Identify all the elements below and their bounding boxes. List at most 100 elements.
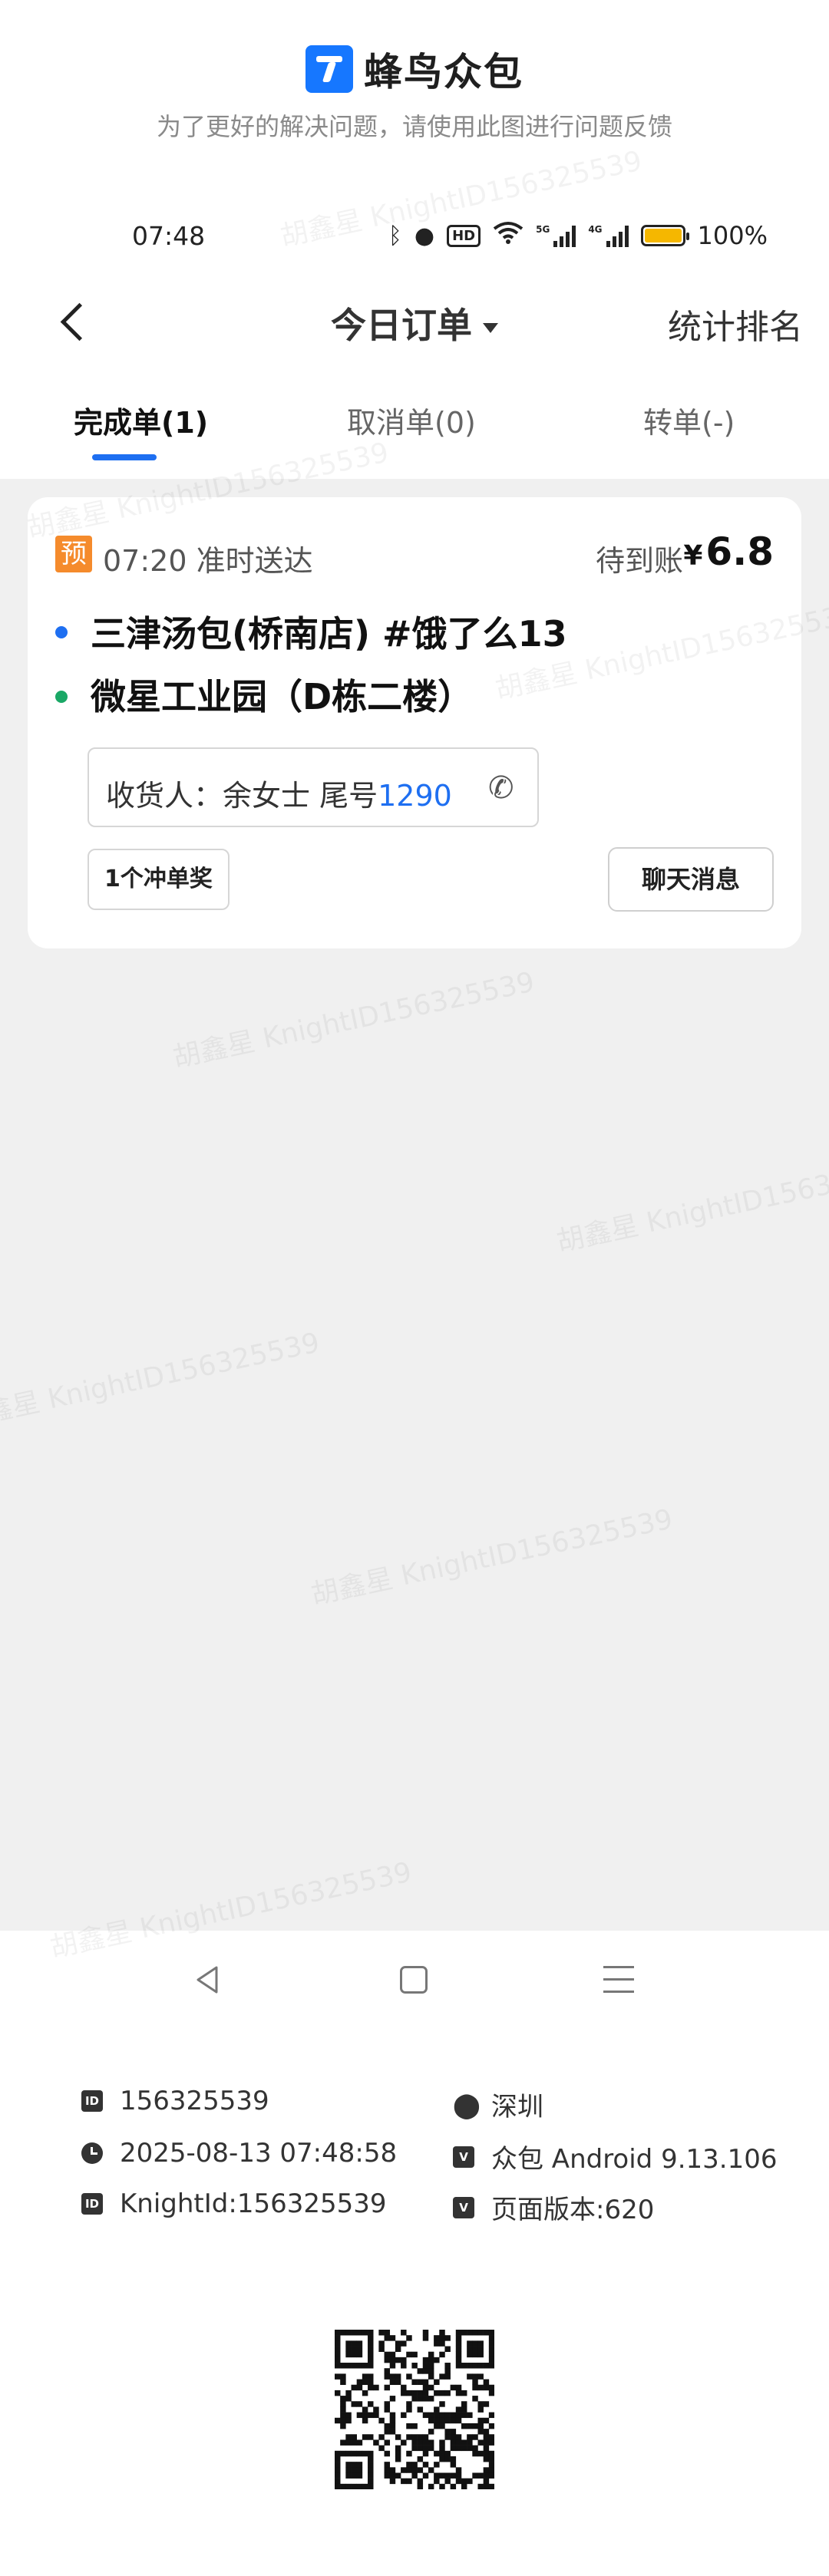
qr-module <box>428 2417 434 2424</box>
qr-module <box>389 2472 396 2479</box>
signal-4g-label: 4G <box>588 224 603 235</box>
qr-module <box>351 2467 357 2473</box>
qr-module <box>472 2445 478 2452</box>
qr-module <box>362 2412 368 2419</box>
qr-module <box>406 2478 412 2485</box>
qr-module <box>444 2346 451 2352</box>
qr-module <box>439 2439 445 2446</box>
qr-module <box>373 2412 379 2419</box>
qr-module <box>368 2401 374 2407</box>
info-id: 156325539 <box>120 2086 269 2116</box>
qr-module <box>428 2363 434 2369</box>
phone-call-icon[interactable]: ✆ <box>488 770 514 806</box>
qr-module <box>467 2363 473 2369</box>
qr-module <box>345 2330 352 2336</box>
qr-module <box>488 2456 494 2462</box>
qr-module <box>406 2401 412 2407</box>
qr-module <box>467 2373 473 2380</box>
qr-module <box>351 2483 357 2489</box>
qr-module <box>461 2390 467 2396</box>
qr-module <box>411 2462 418 2468</box>
qr-module <box>356 2450 363 2457</box>
app-name: 蜂鸟众包 <box>364 50 523 94</box>
qr-module <box>488 2330 494 2336</box>
qr-module <box>351 2340 357 2347</box>
qr-module <box>368 2456 374 2462</box>
qr-module <box>472 2351 478 2358</box>
qr-module <box>406 2467 412 2473</box>
qr-module <box>417 2396 424 2402</box>
bonus-chip[interactable]: 1个冲单奖 <box>88 849 230 910</box>
dropoff-dot-icon <box>55 691 68 703</box>
qr-module <box>422 2357 429 2363</box>
qr-module <box>345 2351 352 2358</box>
tab-cancelled[interactable]: 取消单(0) <box>347 399 476 441</box>
qr-module <box>422 2368 429 2374</box>
qr-module <box>477 2406 484 2413</box>
info-app-version: 众包 Android 9.13.106 <box>491 2144 778 2175</box>
qr-module <box>368 2340 374 2347</box>
qr-module <box>483 2445 490 2452</box>
qr-module <box>384 2439 391 2446</box>
qr-module <box>439 2472 445 2479</box>
qr-module <box>340 2373 346 2380</box>
qr-module <box>477 2472 484 2479</box>
qr-module <box>450 2462 457 2468</box>
qr-module <box>406 2423 412 2429</box>
dropoff-address: 微星工业园（D栋二楼） <box>91 676 474 717</box>
tab-transfer[interactable]: 转单(-) <box>643 399 735 441</box>
qr-module <box>345 2346 352 2352</box>
qr-module <box>488 2351 494 2358</box>
qr-module <box>439 2445 445 2452</box>
qr-module <box>455 2363 462 2369</box>
qr-module <box>335 2467 341 2473</box>
qr-module <box>395 2472 401 2479</box>
qr-module <box>455 2390 462 2396</box>
qr-module <box>439 2390 445 2396</box>
qr-module <box>422 2412 429 2419</box>
qr-module <box>351 2434 357 2440</box>
qr-module <box>345 2483 352 2489</box>
qr-module <box>395 2340 401 2347</box>
qr-module <box>384 2423 391 2429</box>
qr-module <box>444 2335 451 2341</box>
qr-module <box>411 2439 418 2446</box>
qr-module <box>356 2462 363 2468</box>
qr-module <box>439 2373 445 2380</box>
qr-module <box>477 2330 484 2336</box>
qr-module <box>422 2439 429 2446</box>
qr-module <box>335 2390 341 2396</box>
caret-down-icon <box>483 323 498 333</box>
qr-module <box>417 2456 424 2462</box>
qr-module <box>389 2417 396 2424</box>
chat-message-button[interactable]: 聊天消息 <box>608 847 774 912</box>
qr-module <box>450 2439 457 2446</box>
qr-module <box>483 2483 490 2489</box>
receiver-box[interactable]: 收货人：余女士 尾号1290 ✆ <box>88 747 539 827</box>
qr-module <box>439 2423 445 2429</box>
qr-module <box>472 2346 478 2352</box>
qr-module <box>422 2450 429 2457</box>
nav-recents-icon[interactable] <box>603 1966 634 1994</box>
qr-module <box>483 2384 490 2391</box>
qr-module <box>356 2483 363 2489</box>
qr-module <box>422 2379 429 2386</box>
qr-module <box>467 2445 473 2452</box>
payment-status: 待到账 <box>596 544 684 578</box>
qr-module <box>335 2335 341 2341</box>
qr-module <box>461 2423 467 2429</box>
qr-module <box>450 2412 457 2419</box>
pickup-dot-icon <box>55 626 68 638</box>
qr-module <box>450 2456 457 2462</box>
nav-back-icon[interactable] <box>193 1964 221 1995</box>
tab-completed[interactable]: 完成单(1) <box>74 399 208 441</box>
nav-home-icon[interactable] <box>400 1966 428 1994</box>
qr-module <box>368 2330 374 2336</box>
qr-module <box>356 2351 363 2358</box>
stats-ranking-link[interactable]: 统计排名 <box>668 299 803 348</box>
order-card[interactable]: 预 07:20 准时送达 待到账 ¥6.8 三津汤包(桥南店) #饿了么13 微… <box>28 497 801 948</box>
qr-module <box>472 2434 478 2440</box>
qr-module <box>477 2384 484 2391</box>
delivery-time: 07:20 准时送达 <box>103 544 313 578</box>
qr-module <box>362 2373 368 2380</box>
